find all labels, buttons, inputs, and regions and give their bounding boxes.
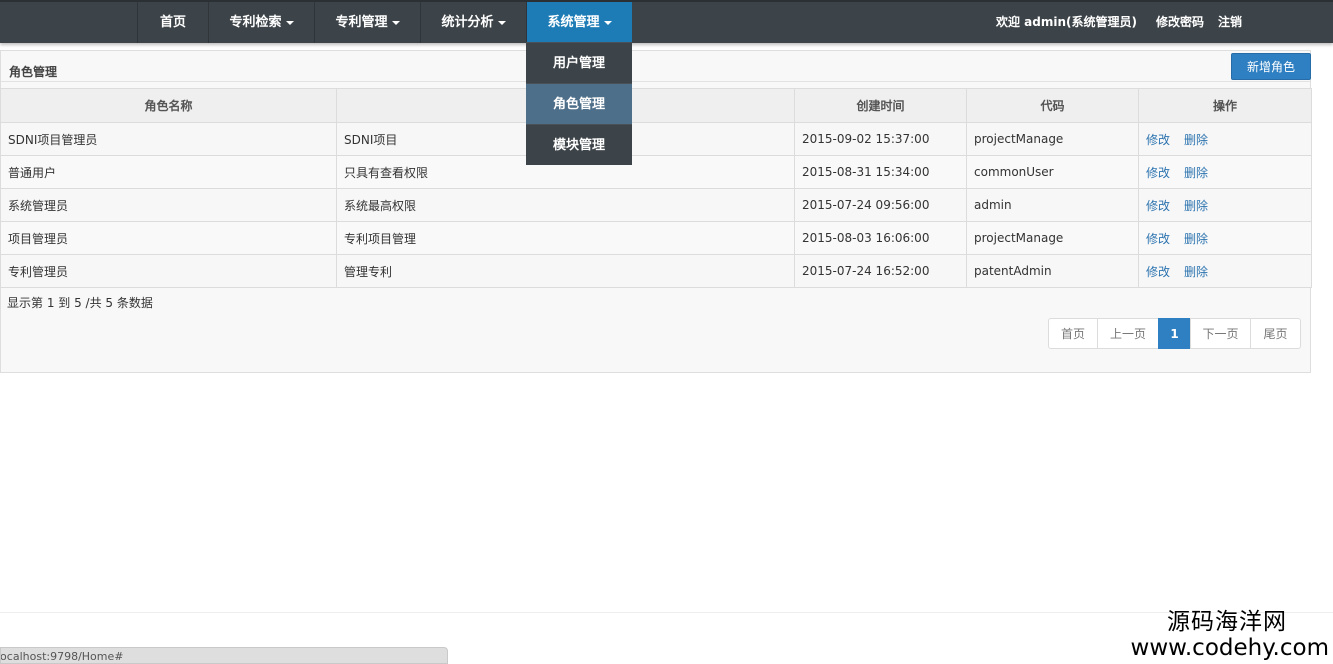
table-row: 普通用户 只具有查看权限 2015-08-31 15:34:00 commonU… [0,155,1312,189]
delete-link[interactable]: 删除 [1184,232,1208,246]
delete-link[interactable]: 删除 [1184,166,1208,180]
cell-description: 专利项目管理 [336,221,795,255]
nav-item-statistics[interactable]: 统计分析 [420,2,526,43]
nav-item-label: 首页 [159,15,186,30]
roles-table: 角色名称 创建时间 代码 操作 SDNI项目管理员 SDNI项目 2015-09… [0,88,1312,288]
cell-code: projectManage [966,221,1139,255]
cell-actions: 修改 删除 [1138,122,1312,156]
nav-menu: 首页 专利检索 专利管理 统计分析 系统管理 [137,2,632,43]
cell-role-name: 系统管理员 [0,188,337,222]
prev-page-button[interactable]: 上一页 [1097,318,1159,349]
last-page-button[interactable]: 尾页 [1250,318,1301,349]
pagination-info: 显示第 1 到 5 /共 5 条数据 [7,296,153,310]
nav-item-patent-search[interactable]: 专利检索 [208,2,314,43]
cell-role-name: 普通用户 [0,155,337,189]
edit-link[interactable]: 修改 [1146,199,1170,213]
dropdown-item-module-manage[interactable]: 模块管理 [526,124,632,165]
watermark-url: www.codehy.com [1130,635,1329,661]
cell-code: admin [966,188,1139,222]
cell-description: 管理专利 [336,254,795,288]
cell-created-time: 2015-09-02 15:37:00 [794,122,967,156]
nav-item-label: 系统管理 [547,15,600,30]
caret-down-icon [391,20,400,25]
column-header-actions: 操作 [1138,88,1312,123]
role-management-panel: 角色管理 新增角色 角色名称 创建时间 代码 操作 SDNI项目管理员 SDNI… [0,50,1312,373]
dropdown-item-user-manage[interactable]: 用户管理 [526,42,632,83]
table-row: 专利管理员 管理专利 2015-07-24 16:52:00 patentAdm… [0,254,1312,288]
nav-item-home[interactable]: 首页 [137,2,208,43]
nav-item-system-manage[interactable]: 系统管理 [526,2,632,43]
cell-description: 系统最高权限 [336,188,795,222]
column-header-created-time[interactable]: 创建时间 [794,88,967,123]
table-header-row: 角色名称 创建时间 代码 操作 [0,88,1312,123]
edit-link[interactable]: 修改 [1146,232,1170,246]
edit-link[interactable]: 修改 [1146,265,1170,279]
top-navbar: 首页 专利检索 专利管理 统计分析 系统管理 欢迎 admin(系统管理员) 修… [0,0,1333,43]
cell-created-time: 2015-07-24 16:52:00 [794,254,967,288]
table-row: SDNI项目管理员 SDNI项目 2015-09-02 15:37:00 pro… [0,122,1312,156]
table-row: 项目管理员 专利项目管理 2015-08-03 16:06:00 project… [0,221,1312,255]
browser-status-bar: localhost:9798/Home# [0,647,448,664]
cell-code: projectManage [966,122,1139,156]
welcome-text: 欢迎 admin(系统管理员) [996,15,1137,29]
cell-role-name: 项目管理员 [0,221,337,255]
delete-link[interactable]: 删除 [1184,133,1208,147]
edit-link[interactable]: 修改 [1146,166,1170,180]
caret-down-icon [285,20,294,25]
panel-divider [1,81,1310,82]
watermark-text: 源码海洋网 [1167,609,1287,635]
column-header-role-name[interactable]: 角色名称 [0,88,337,123]
nav-item-label: 专利管理 [335,15,388,30]
cell-role-name: SDNI项目管理员 [0,122,337,156]
system-manage-dropdown: 用户管理 角色管理 模块管理 [526,42,632,165]
dropdown-item-role-manage[interactable]: 角色管理 [526,83,632,124]
cell-created-time: 2015-07-24 09:56:00 [794,188,967,222]
cell-actions: 修改 删除 [1138,155,1312,189]
cell-code: commonUser [966,155,1139,189]
cell-created-time: 2015-08-31 15:34:00 [794,155,967,189]
nav-item-patent-manage[interactable]: 专利管理 [314,2,420,43]
cell-actions: 修改 删除 [1138,188,1312,222]
cell-code: patentAdmin [966,254,1139,288]
add-role-button[interactable]: 新增角色 [1231,53,1311,80]
cell-created-time: 2015-08-03 16:06:00 [794,221,967,255]
caret-down-icon [603,20,612,25]
table-row: 系统管理员 系统最高权限 2015-07-24 09:56:00 admin 修… [0,188,1312,222]
change-password-link[interactable]: 修改密码 [1156,2,1204,43]
delete-link[interactable]: 删除 [1184,265,1208,279]
delete-link[interactable]: 删除 [1184,199,1208,213]
cell-role-name: 专利管理员 [0,254,337,288]
watermark: 源码海洋网 www.codehy.com [1131,608,1329,660]
cell-actions: 修改 删除 [1138,254,1312,288]
cell-actions: 修改 删除 [1138,221,1312,255]
caret-down-icon [497,20,506,25]
first-page-button[interactable]: 首页 [1048,318,1098,349]
page-number-button[interactable]: 1 [1158,318,1191,349]
pagination: 首页 上一页 1 下一页 尾页 [1048,318,1301,349]
status-url: localhost:9798/Home# [0,650,124,663]
logout-link[interactable]: 注销 [1218,2,1242,43]
next-page-button[interactable]: 下一页 [1190,318,1251,349]
column-header-code[interactable]: 代码 [966,88,1139,123]
edit-link[interactable]: 修改 [1146,133,1170,147]
panel-title: 角色管理 [9,65,58,79]
nav-item-label: 专利检索 [229,15,282,30]
nav-item-label: 统计分析 [441,15,494,30]
